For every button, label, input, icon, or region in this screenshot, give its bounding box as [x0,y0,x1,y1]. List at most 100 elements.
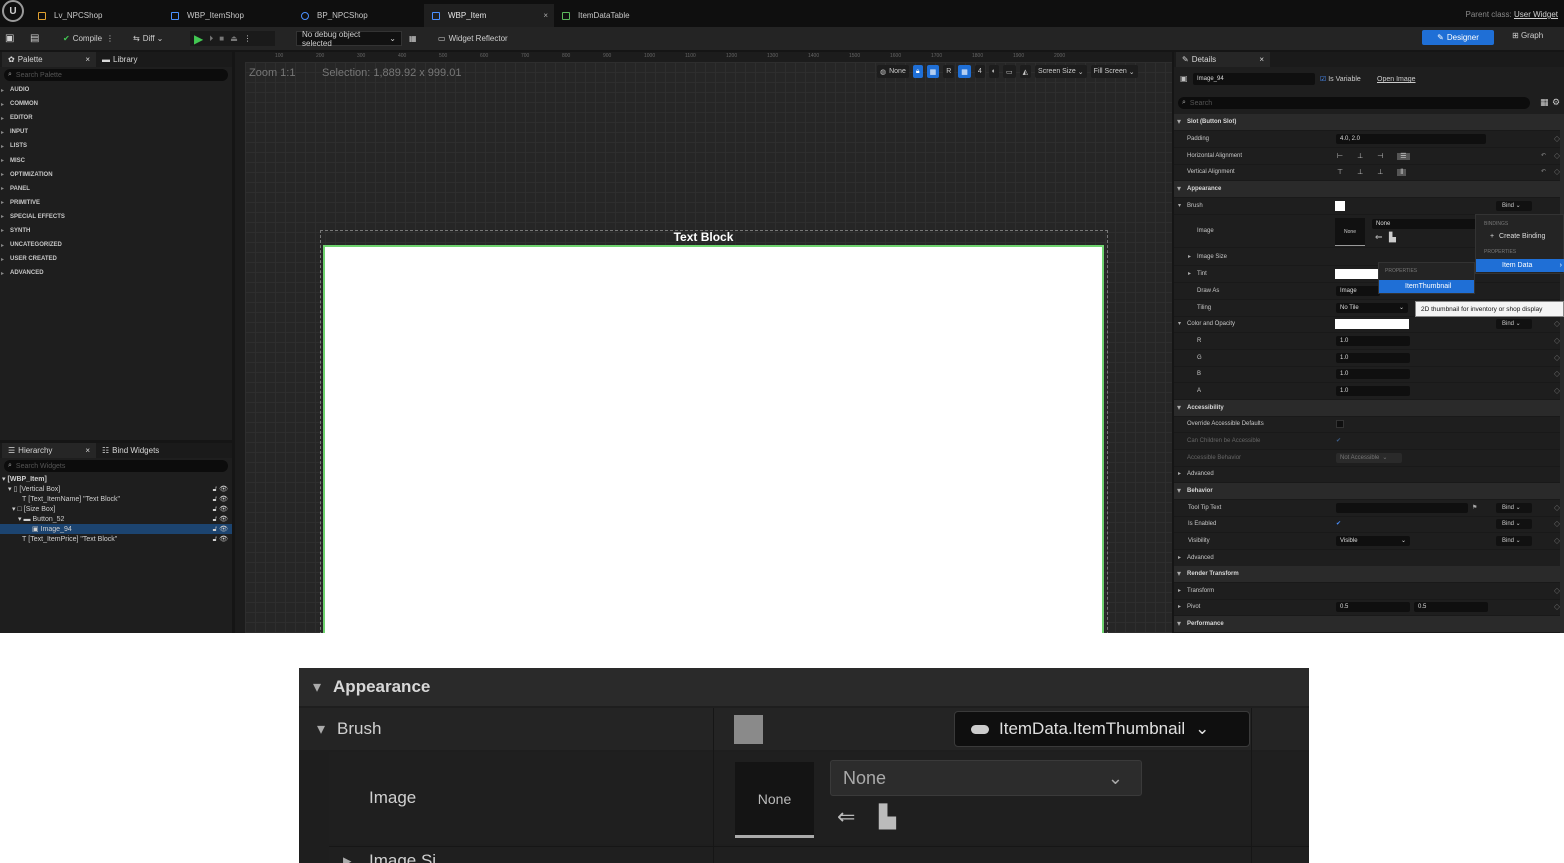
lock-visibility-icons[interactable]: 🔓︎ 👁︎ [213,495,228,504]
open-image-link[interactable]: Open Image [1377,76,1416,83]
expand-arrow-icon[interactable]: ▾ [18,515,22,523]
expand-arrow-icon[interactable]: ▾ [1178,202,1181,209]
r-field[interactable]: 1.0 [1336,335,1410,346]
step-icon[interactable]: ⏵ [209,34,213,44]
expand-arrow-icon[interactable]: ▸ [1188,270,1191,277]
debug-icon[interactable]: ▦ [409,31,417,46]
close-icon[interactable]: × [543,11,548,20]
expand-arrow-icon[interactable]: ▸ [1178,554,1181,561]
section-slot[interactable]: Slot (Button Slot) [1174,114,1564,131]
use-selected-icon[interactable]: ⇐ [837,804,855,830]
expand-arrow-icon[interactable]: ▾ [1178,320,1181,327]
lock-visibility-icons[interactable]: 🔓︎ 👁︎ [213,525,228,534]
tab-hierarchy[interactable]: ☰ Hierarchy × [2,443,96,458]
lock-toggle[interactable]: 🔒︎ [912,65,923,78]
is-variable-checkbox[interactable]: ☑ Is Variable [1320,75,1361,83]
lock-visibility-icons[interactable]: 🔓︎ 👁︎ [213,505,228,514]
h-align-buttons[interactable]: ⊢⊥⊣ ☰ [1337,152,1410,160]
item-data-menu-item[interactable]: Item Data › [1476,259,1564,272]
palette-category[interactable]: UNCATEGORIZED [0,238,232,252]
expand-arrow-icon[interactable]: ▾ [313,677,321,697]
selected-image-widget[interactable] [323,245,1104,633]
palette-category[interactable]: OPTIMIZATION [0,168,232,182]
eject-icon[interactable]: ⏏ [230,34,238,43]
unreal-logo-icon[interactable]: U [2,0,24,22]
tab-wbp-itemshop[interactable]: WBP_ItemShop [163,4,293,27]
close-icon[interactable]: × [85,55,90,64]
play-icon[interactable]: ▶ [194,32,203,46]
image-thumbnail[interactable]: None [1335,218,1365,246]
expand-arrow-icon[interactable]: ▾ [8,485,12,493]
tab-lv-npcshop[interactable]: Lv_NPCShop [30,4,160,27]
tab-library[interactable]: ▬ Library [96,52,143,67]
expand-arrow-icon[interactable]: ▸ [343,851,352,863]
color-swatch[interactable] [1335,318,1409,329]
designer-viewport[interactable]: 100 200 300 400 500 600 700 800 900 1000 1100 1200 1… [235,52,1172,633]
diff-button[interactable]: ⇆ Diff ⌄ [133,31,163,46]
item-thumbnail-menu-item[interactable]: ItemThumbnail [1379,280,1474,293]
bind-button[interactable]: Bind ⌄ [1496,200,1532,211]
pivot-x-field[interactable]: 0.5 [1336,601,1410,612]
expand-arrow-icon[interactable]: ▾ [12,505,16,513]
palette-category[interactable]: EDITOR [0,111,232,125]
flip-icon[interactable]: ◭ [1019,65,1032,78]
details-scrollbar[interactable] [1560,114,1564,633]
bind-button[interactable]: Bind ⌄ [1496,318,1532,329]
palette-category[interactable]: INPUT [0,125,232,139]
angle-snap-icon[interactable]: ◐ [988,65,1000,78]
expand-arrow-icon[interactable]: ▸ [1178,587,1181,594]
tree-item-text-itemname[interactable]: T [Text_ItemName] "Text Block" 🔓︎ 👁︎ [0,494,232,504]
details-search-input[interactable]: ⌕ Search [1178,97,1530,109]
reset-icon[interactable]: ↶ [1541,168,1546,175]
widget-name-input[interactable]: Image_94 [1193,73,1315,85]
stop-icon[interactable]: ■ [219,34,224,43]
g-field[interactable]: 1.0 [1336,352,1410,363]
grid-snap-toggle[interactable]: ▦ [958,65,971,78]
section-render-transform[interactable]: Render Transform [1174,566,1564,583]
image-asset-combo[interactable]: None ⌄ [830,760,1142,796]
expand-arrow-icon[interactable]: ▸ [1188,253,1191,260]
palette-category[interactable]: SPECIAL EFFECTS [0,210,232,224]
tree-item-text-itemprice[interactable]: T [Text_ItemPrice] "Text Block" 🔓︎ 👁︎ [0,534,232,544]
pivot-y-field[interactable]: 0.5 [1414,601,1488,612]
expand-arrow-icon[interactable]: ▾ [317,719,325,739]
section-behavior[interactable]: Behavior [1174,483,1564,500]
tree-item-button-52[interactable]: ▾ ▬ Button_52 🔓︎ 👁︎ [0,514,232,524]
bind-button[interactable]: Bind ⌄ [1496,518,1532,529]
widget-reflector-button[interactable]: ▭ Widget Reflector [438,31,508,46]
visibility-select[interactable]: Visible ⌄ [1336,535,1410,546]
section-accessibility[interactable]: Accessibility [1174,400,1564,417]
image-asset-combo[interactable]: None [1372,219,1482,229]
text-block-widget[interactable]: Text Block [235,230,1172,244]
respect-locks-toggle[interactable]: ▦ [926,65,940,78]
section-appearance[interactable]: Appearance [1174,181,1564,198]
expand-arrow-icon[interactable]: ▾ [2,475,6,483]
reset-icon[interactable]: ↶ [1541,152,1546,159]
tint-color-swatch[interactable] [1335,268,1379,279]
brush-color-swatch[interactable] [1335,200,1345,211]
override-accessible-checkbox[interactable] [1336,419,1344,428]
palette-category[interactable]: SYNTH [0,224,232,238]
layout-icon[interactable]: ▦ [1540,97,1549,108]
settings-icon[interactable]: ⚙ [1552,97,1560,108]
palette-category[interactable]: MISC [0,153,232,167]
draw-as-select[interactable]: Image [1336,285,1380,296]
designer-mode-button[interactable]: ✎ Designer [1422,30,1494,45]
browse-folder-icon[interactable]: ▙ [1389,232,1396,243]
prop-advanced[interactable]: ▸ Advanced [1174,466,1564,483]
debug-object-select[interactable]: No debug object selected ⌄ [296,30,402,48]
tab-wbp-item[interactable]: WBP_Item × [424,4,554,27]
r-toggle[interactable]: R [943,65,955,78]
close-icon[interactable]: × [85,446,90,455]
brush-color-swatch[interactable] [734,715,763,744]
prop-transform[interactable]: ▸ Transform ◇ [1174,583,1564,600]
tab-palette[interactable]: ✿ Palette × [2,52,96,67]
v-align-buttons[interactable]: ⊤⊥⊥ ‖ [1337,168,1407,176]
palette-category[interactable]: COMMON [0,97,232,111]
padding-field[interactable]: 4.0, 2.0 [1336,133,1486,144]
more-icon[interactable]: ⋮ [244,34,252,43]
brush-binding-dropdown[interactable]: ItemData.ItemThumbnail ⌄ [954,711,1250,747]
tree-item-size-box[interactable]: ▾ □ [Size Box] 🔓︎ 👁︎ [0,504,232,514]
tree-item-image-94[interactable]: ▣ Image_94 🔓︎ 👁︎ [0,524,232,534]
palette-category[interactable]: AUDIO [0,83,232,97]
